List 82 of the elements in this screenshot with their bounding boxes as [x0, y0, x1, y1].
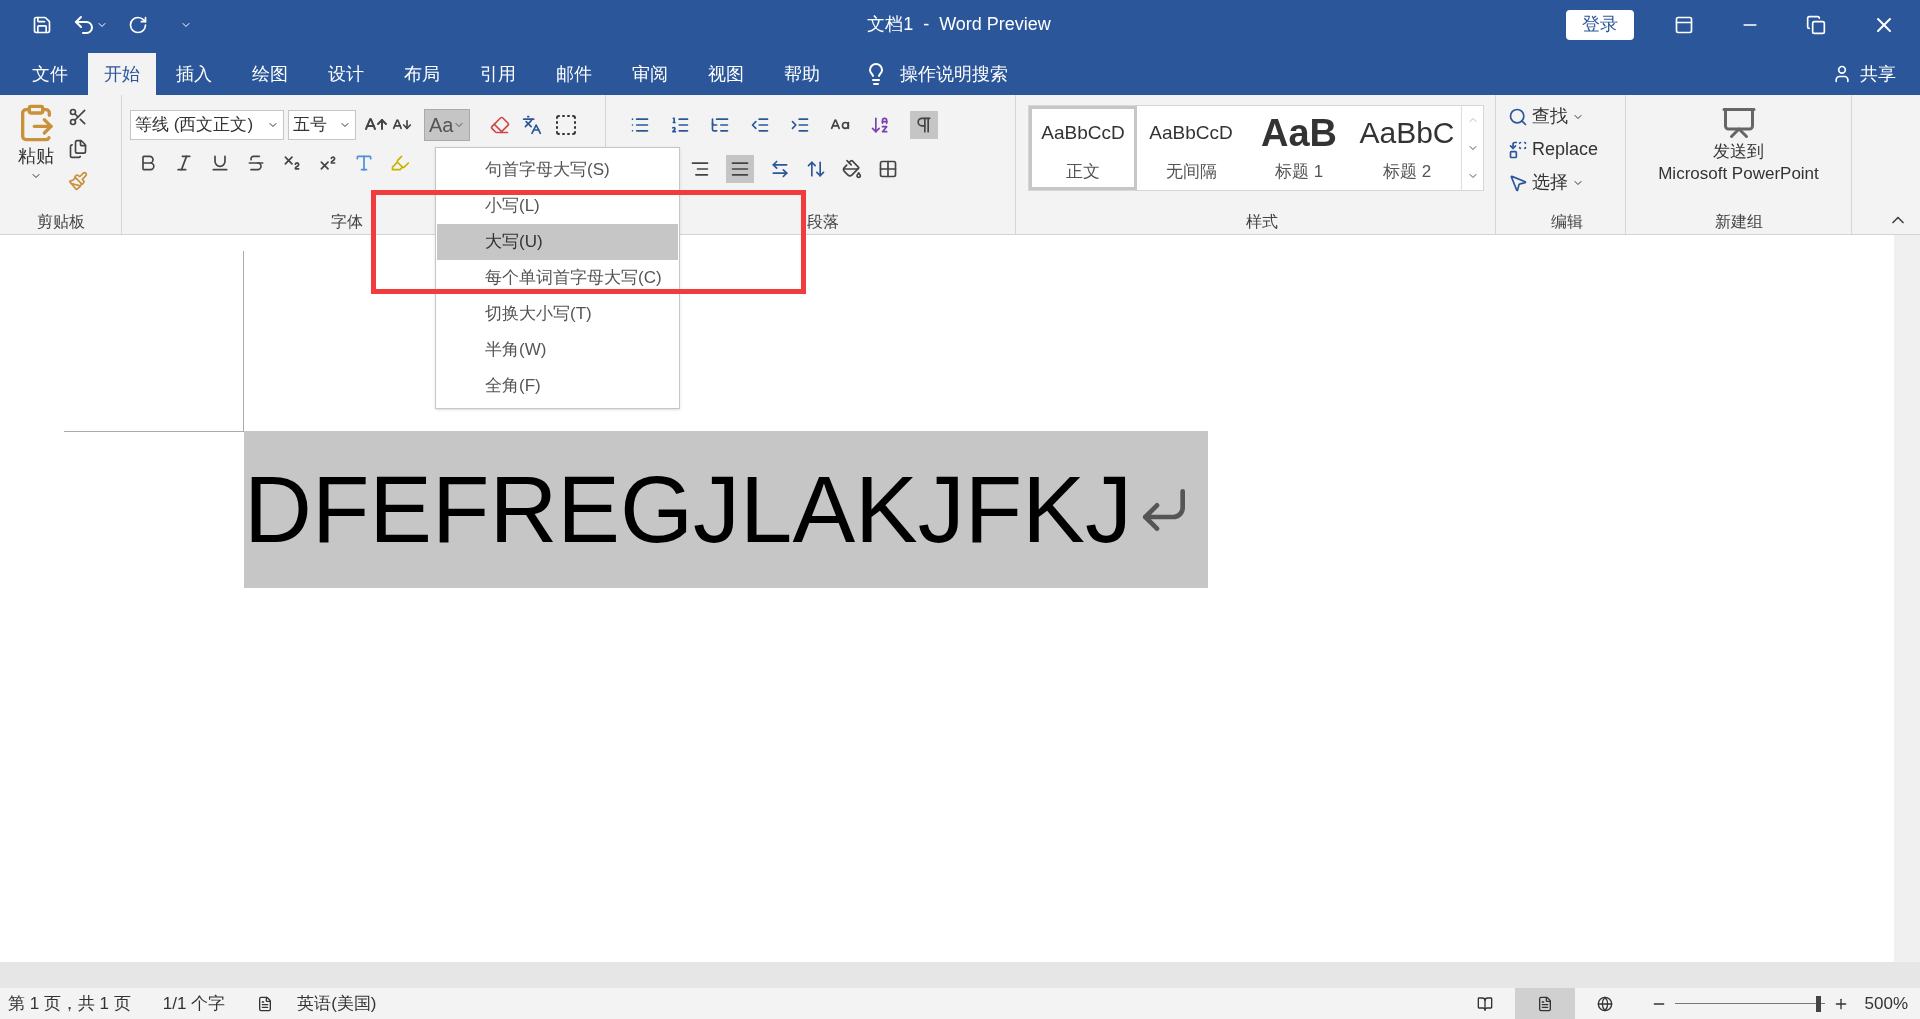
change-case-button[interactable]: Aa: [424, 109, 471, 141]
globe-icon: [1596, 995, 1613, 1012]
numbering-icon[interactable]: [670, 115, 690, 135]
group-label: 新建组: [1714, 212, 1763, 232]
character-border-icon[interactable]: [554, 113, 579, 137]
document-icon: [1536, 995, 1553, 1012]
justify-icon: [730, 159, 750, 179]
tell-me-search[interactable]: 操作说明搜索: [900, 60, 1008, 88]
ribbon-tab[interactable]: 文件: [12, 53, 88, 95]
menu-item[interactable]: 切换大小写(T): [437, 296, 678, 332]
send-to-powerpoint-button[interactable]: 发送到 Microsoft PowerPoint: [1658, 105, 1819, 210]
subscript-icon[interactable]: [282, 153, 302, 173]
copy-icon[interactable]: [68, 139, 88, 159]
shading-icon[interactable]: [842, 159, 862, 179]
ribbon-tab[interactable]: 帮助: [764, 53, 840, 95]
pilcrow-icon: [914, 115, 934, 135]
ribbon-tab[interactable]: 绘图: [232, 53, 308, 95]
page-count[interactable]: 第 1 页，共 1 页: [8, 990, 131, 1017]
menu-item[interactable]: 全角(F): [437, 368, 678, 404]
ribbon-tab[interactable]: 引用: [460, 53, 536, 95]
group-label: 字体: [331, 212, 363, 232]
save-icon[interactable]: [32, 14, 52, 35]
zoom-slider[interactable]: [1674, 995, 1825, 1012]
editing-command[interactable]: 查找: [1508, 103, 1625, 130]
redo-icon[interactable]: [128, 14, 148, 35]
clear-formatting-icon[interactable]: [490, 115, 511, 135]
underline-icon[interactable]: [210, 153, 230, 173]
show-marks-button[interactable]: [910, 111, 938, 139]
window-title: 文档1 - Word Preview: [867, 13, 1051, 36]
text-effects-icon[interactable]: [354, 153, 374, 173]
italic-icon[interactable]: [174, 153, 194, 173]
font-size-dropdown[interactable]: 五号: [288, 110, 356, 140]
sort-icon[interactable]: [870, 115, 890, 135]
restore-icon[interactable]: [1806, 14, 1826, 35]
borders-icon[interactable]: [878, 159, 898, 179]
cut-icon[interactable]: [68, 107, 88, 127]
ribbon-tab[interactable]: 审阅: [612, 53, 688, 95]
group-label: 样式: [1245, 212, 1278, 232]
zoom-thumb[interactable]: [1815, 995, 1821, 1012]
zoom-percent[interactable]: 500%: [1864, 990, 1908, 1017]
presentation-icon: [1720, 105, 1757, 141]
phonetic-guide-icon[interactable]: [522, 115, 543, 135]
ribbon-tab[interactable]: 设计: [308, 53, 384, 95]
increase-indent-icon[interactable]: [790, 115, 810, 135]
search-icon: [1508, 106, 1528, 127]
view-button[interactable]: [1514, 988, 1575, 1019]
group-label: 剪贴板: [36, 212, 85, 232]
justify-button[interactable]: [726, 155, 754, 183]
book-icon: [1476, 995, 1493, 1012]
replace-icon: [1508, 139, 1528, 160]
bullets-icon[interactable]: [630, 115, 650, 135]
ribbon-tab[interactable]: 邮件: [536, 53, 612, 95]
paste-button[interactable]: 粘贴: [16, 103, 56, 210]
ribbon-tab[interactable]: 布局: [384, 53, 460, 95]
menu-item[interactable]: 句首字母大写(S): [437, 152, 678, 188]
document-text: DFEFREGJLAKJFKJ: [244, 431, 1208, 588]
group-label: 编辑: [1550, 212, 1583, 232]
group-label: 段落: [806, 212, 839, 232]
superscript-icon[interactable]: [318, 153, 338, 173]
style-item[interactable]: AaBbCcD 正文: [1029, 106, 1137, 190]
strikethrough-icon[interactable]: [246, 153, 266, 173]
multilevel-list-icon[interactable]: [710, 115, 730, 135]
menu-item[interactable]: 半角(W): [437, 332, 678, 368]
word-count[interactable]: 1/1 个字: [162, 990, 226, 1017]
share-button[interactable]: 共享: [1860, 60, 1896, 88]
editing-command[interactable]: 选择: [1508, 169, 1625, 196]
distributed-icon[interactable]: [770, 159, 790, 179]
decrease-indent-icon[interactable]: [750, 115, 770, 135]
menu-item[interactable]: 每个单词首字母大写(C): [437, 260, 678, 296]
menu-item[interactable]: 大写(U): [437, 224, 678, 260]
language-indicator[interactable]: 英语(美国): [297, 990, 377, 1017]
ribbon-tab[interactable]: 开始: [88, 53, 156, 95]
ribbon-display-icon[interactable]: [1674, 14, 1694, 35]
font-name-dropdown[interactable]: 等线 (西文正文): [130, 110, 284, 140]
share-icon[interactable]: [1832, 64, 1852, 84]
ribbon-tab[interactable]: 视图: [688, 53, 764, 95]
ribbon-tab[interactable]: 插入: [156, 53, 232, 95]
align-right-icon[interactable]: [690, 159, 710, 179]
menu-item[interactable]: 小写(L): [437, 188, 678, 224]
line-spacing-icon[interactable]: [806, 159, 826, 179]
editing-command[interactable]: Replace: [1508, 136, 1625, 163]
login-button[interactable]: 登录: [1566, 9, 1634, 40]
